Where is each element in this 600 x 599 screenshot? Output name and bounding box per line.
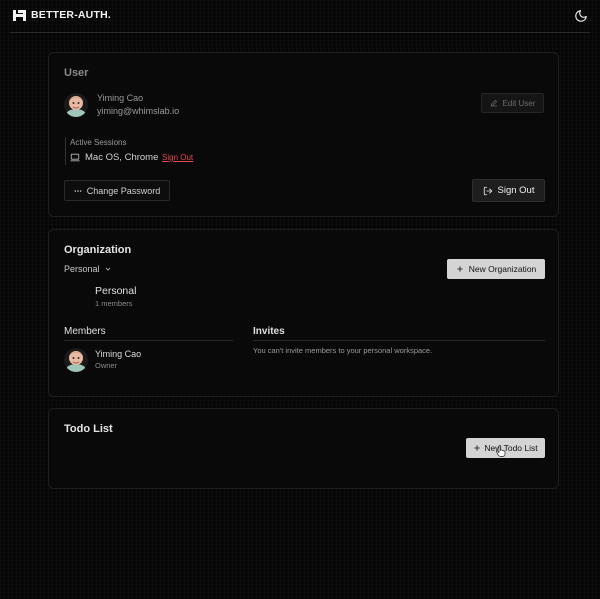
change-password-label: Change Password xyxy=(86,185,161,196)
moon-icon xyxy=(575,10,587,22)
active-sessions-label: Active Sessions xyxy=(70,138,127,147)
organization-card-title: Organization xyxy=(64,244,132,256)
edit-icon xyxy=(490,99,497,107)
edit-user-label: Edit User xyxy=(502,98,536,108)
new-organization-label: New Organization xyxy=(468,264,537,274)
laptop-icon xyxy=(70,153,80,162)
member-avatar xyxy=(64,348,88,372)
plus-icon xyxy=(474,445,481,451)
invites-divider xyxy=(253,340,545,341)
brand-logo[interactable]: BETTER-AUTH. xyxy=(13,9,111,21)
org-name: Personal xyxy=(95,285,137,297)
theme-toggle-button[interactable] xyxy=(574,9,588,23)
sessions-divider xyxy=(65,137,66,165)
avatar-image-icon xyxy=(64,348,88,372)
new-organization-button[interactable]: New Organization xyxy=(447,259,545,279)
user-email: yiming@whimslab.io xyxy=(97,106,180,116)
members-divider xyxy=(64,340,233,341)
header-divider xyxy=(10,32,590,33)
password-dots-icon xyxy=(74,189,82,192)
chevron-down-icon xyxy=(105,267,110,271)
change-password-button[interactable]: Change Password xyxy=(64,180,170,201)
hand-cursor-icon xyxy=(496,445,506,457)
edit-user-button[interactable]: Edit User xyxy=(481,93,544,113)
organization-selector[interactable]: Personal xyxy=(64,264,112,274)
member-name: Yiming Cao xyxy=(95,349,142,359)
members-heading: Members xyxy=(64,326,106,337)
better-auth-logo-icon xyxy=(13,9,26,21)
user-avatar xyxy=(64,93,88,117)
todo-list-card: Todo List New Todo List xyxy=(48,408,559,489)
brand-name: BETTER-AUTH. xyxy=(31,9,111,21)
user-card: User Yiming Cao yiming@whimslab.io Edit … xyxy=(48,52,559,217)
log-out-icon xyxy=(483,186,492,195)
todo-card-title: Todo List xyxy=(64,423,113,435)
plus-icon xyxy=(457,266,463,272)
org-members-count: 1 members xyxy=(95,299,133,308)
user-name: Yiming Cao xyxy=(97,93,144,103)
top-bar: BETTER-AUTH. xyxy=(0,0,600,34)
organization-card: Organization Personal New Organization P… xyxy=(48,229,559,397)
new-todo-list-label: New Todo List xyxy=(484,443,538,453)
sign-out-button[interactable]: Sign Out xyxy=(472,179,545,202)
session-device: Mac OS, Chrome xyxy=(85,152,159,163)
avatar-image-icon xyxy=(64,93,88,117)
organization-selector-label: Personal xyxy=(64,264,100,274)
invites-heading: Invites xyxy=(253,326,285,337)
sign-out-label: Sign Out xyxy=(497,185,535,196)
user-card-title: User xyxy=(64,67,89,79)
member-role: Owner xyxy=(95,361,118,370)
invites-note: You can't invite members to your persona… xyxy=(253,346,433,355)
session-sign-out-link[interactable]: Sign Out xyxy=(162,153,193,162)
